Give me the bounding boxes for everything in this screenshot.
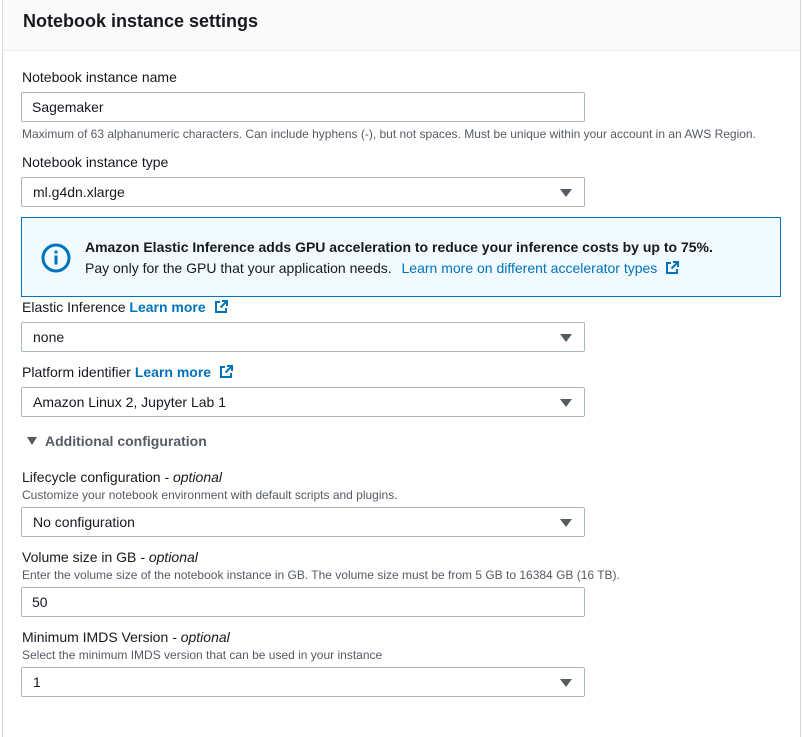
instance-name-hint: Maximum of 63 alphanumeric characters. C… bbox=[22, 127, 756, 141]
volume-label-row: Volume size in GB - optional bbox=[22, 549, 198, 565]
imds-label-row: Minimum IMDS Version - optional bbox=[22, 629, 230, 645]
external-link-icon bbox=[219, 365, 233, 382]
external-link-icon bbox=[214, 300, 228, 317]
volume-label: Volume size in GB bbox=[22, 549, 137, 565]
accelerator-types-link-text: Learn more on different accelerator type… bbox=[401, 260, 658, 276]
caret-down-icon bbox=[560, 189, 572, 197]
info-alert: Amazon Elastic Inference adds GPU accele… bbox=[21, 217, 781, 297]
lifecycle-label-row: Lifecycle configuration - optional bbox=[22, 469, 222, 485]
instance-type-label: Notebook instance type bbox=[22, 154, 169, 170]
imds-optional: - optional bbox=[172, 629, 230, 645]
platform-label-row: Platform identifier Learn more bbox=[22, 364, 233, 382]
caret-down-icon bbox=[27, 437, 37, 445]
caret-down-icon bbox=[560, 334, 572, 342]
elastic-inference-label: Elastic Inference bbox=[22, 299, 126, 315]
lifecycle-select[interactable]: No configuration bbox=[21, 507, 585, 537]
imds-select[interactable]: 1 bbox=[21, 667, 585, 697]
platform-learn-more-link[interactable]: Learn more bbox=[135, 364, 233, 380]
info-icon bbox=[41, 243, 71, 278]
additional-configuration-label: Additional configuration bbox=[45, 433, 207, 449]
additional-configuration-toggle[interactable]: Additional configuration bbox=[27, 433, 207, 449]
elastic-inference-value: none bbox=[33, 329, 65, 345]
volume-optional: - optional bbox=[140, 549, 198, 565]
volume-size-input[interactable] bbox=[21, 587, 585, 617]
imds-label: Minimum IMDS Version bbox=[22, 629, 169, 645]
instance-name-input[interactable] bbox=[21, 92, 585, 122]
platform-learn-more-text: Learn more bbox=[134, 364, 212, 380]
imds-value: 1 bbox=[33, 674, 41, 690]
lifecycle-label: Lifecycle configuration bbox=[22, 469, 161, 485]
elastic-inference-label-row: Elastic Inference Learn more bbox=[22, 299, 228, 317]
panel-title: Notebook instance settings bbox=[23, 11, 259, 31]
accelerator-types-link[interactable]: Learn more on different accelerator type… bbox=[402, 260, 680, 276]
volume-hint: Enter the volume size of the notebook in… bbox=[22, 568, 620, 582]
caret-down-icon bbox=[560, 399, 572, 407]
elastic-inference-learn-more-text: Learn more bbox=[129, 299, 206, 315]
elastic-inference-select[interactable]: none bbox=[21, 322, 585, 352]
alert-body: Pay only for the GPU that your applicati… bbox=[85, 260, 680, 278]
platform-value: Amazon Linux 2, Jupyter Lab 1 bbox=[33, 394, 227, 410]
caret-down-icon bbox=[560, 519, 572, 527]
caret-down-icon bbox=[560, 679, 572, 687]
platform-label: Platform identifier bbox=[22, 364, 131, 380]
alert-body-text: Pay only for the GPU that your applicati… bbox=[85, 260, 392, 276]
lifecycle-hint: Customize your notebook environment with… bbox=[22, 488, 398, 502]
instance-type-value: ml.g4dn.xlarge bbox=[33, 184, 125, 200]
elastic-inference-learn-more-link[interactable]: Learn more bbox=[129, 299, 228, 317]
instance-name-label: Notebook instance name bbox=[22, 69, 177, 85]
external-link-icon bbox=[665, 261, 680, 278]
alert-title: Amazon Elastic Inference adds GPU accele… bbox=[85, 239, 713, 255]
instance-type-select[interactable]: ml.g4dn.xlarge bbox=[21, 177, 585, 207]
platform-select[interactable]: Amazon Linux 2, Jupyter Lab 1 bbox=[21, 387, 585, 417]
lifecycle-value: No configuration bbox=[33, 514, 135, 530]
lifecycle-optional: - optional bbox=[164, 469, 223, 485]
imds-hint: Select the minimum IMDS version that can… bbox=[22, 648, 383, 662]
panel-header: Notebook instance settings bbox=[3, 0, 800, 51]
